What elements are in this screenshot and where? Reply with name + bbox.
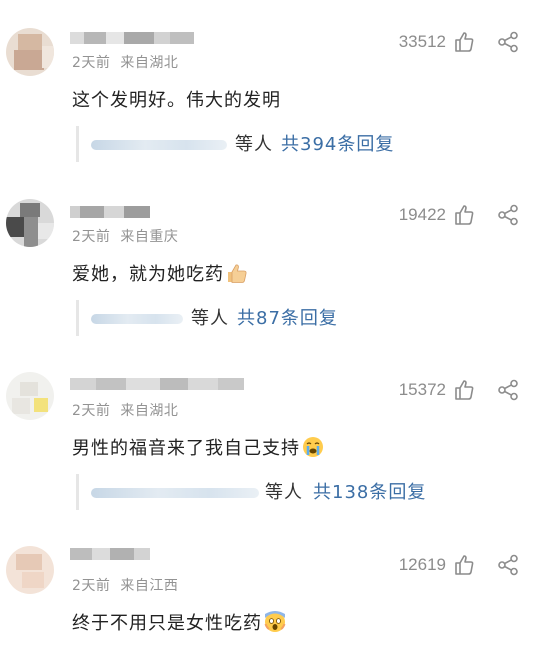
share-icon[interactable] xyxy=(497,379,519,401)
reply-users-blurred xyxy=(91,140,227,150)
reply-users-blurred xyxy=(91,314,183,324)
reply-count-link[interactable]: 共138条回复 xyxy=(313,478,426,504)
avatar[interactable] xyxy=(6,546,54,594)
like-thumb-icon[interactable] xyxy=(453,554,475,576)
like-thumb-icon[interactable] xyxy=(453,31,475,53)
reply-people-label: 等人 xyxy=(235,134,273,155)
comment-location: 来自湖北 xyxy=(120,403,179,419)
comment-text: 爱她，就为她吃药 xyxy=(72,260,248,289)
username-blurred[interactable] xyxy=(70,548,150,560)
comment-text-content: 爱她，就为她吃药 xyxy=(72,264,224,285)
like-count: 12619 xyxy=(398,555,446,574)
comment-location: 来自湖北 xyxy=(120,55,179,71)
reply-summary[interactable]: 等人 共87条回复 xyxy=(76,300,379,336)
reply-summary[interactable]: 等人 共394条回复 xyxy=(76,126,439,162)
avatar[interactable] xyxy=(6,372,54,420)
reply-summary[interactable]: 等人 共138条回复 xyxy=(76,474,459,510)
comment-meta: 2天前 来自江西 xyxy=(72,575,178,595)
avatar[interactable] xyxy=(6,28,54,76)
reply-count-link[interactable]: 共394条回复 xyxy=(281,130,394,156)
like-count: 33512 xyxy=(398,32,446,51)
username-blurred[interactable] xyxy=(70,206,150,218)
reply-people-label: 等人 xyxy=(191,308,229,329)
comment-meta: 2天前 来自重庆 xyxy=(72,226,178,246)
like-thumb-icon[interactable] xyxy=(453,379,475,401)
like-thumb-icon[interactable] xyxy=(453,204,475,226)
share-icon[interactable] xyxy=(497,554,519,576)
comment-meta: 2天前 来自湖北 xyxy=(72,52,178,72)
username-blurred[interactable] xyxy=(70,32,194,44)
like-count: 15372 xyxy=(398,380,446,399)
crying-face-icon xyxy=(302,436,324,463)
reply-people-label: 等人 xyxy=(265,482,303,503)
comment-location: 来自江西 xyxy=(120,578,179,594)
comment-meta: 2天前 来自湖北 xyxy=(72,400,178,420)
comment-time: 2天前 xyxy=(72,55,111,71)
share-icon[interactable] xyxy=(497,204,519,226)
comment-text-content: 男性的福音来了我自己支持 xyxy=(72,438,300,459)
comment-text: 终于不用只是女性吃药 xyxy=(72,609,286,638)
share-icon[interactable] xyxy=(497,31,519,53)
comment-text-content: 终于不用只是女性吃药 xyxy=(72,613,262,634)
thumbs-up-icon xyxy=(226,262,248,289)
comment-text: 男性的福音来了我自己支持 xyxy=(72,434,324,463)
reply-count-link[interactable]: 共87条回复 xyxy=(237,304,338,330)
like-count: 19422 xyxy=(398,205,446,224)
avatar[interactable] xyxy=(6,199,54,247)
comment-time: 2天前 xyxy=(72,578,111,594)
comment-location: 来自重庆 xyxy=(120,229,179,245)
comment-text: 这个发明好。伟大的发明 xyxy=(72,90,281,111)
username-blurred[interactable] xyxy=(70,378,244,390)
reply-users-blurred xyxy=(91,488,259,498)
comment-time: 2天前 xyxy=(72,403,111,419)
screaming-face-icon xyxy=(264,611,286,638)
comment-time: 2天前 xyxy=(72,229,111,245)
